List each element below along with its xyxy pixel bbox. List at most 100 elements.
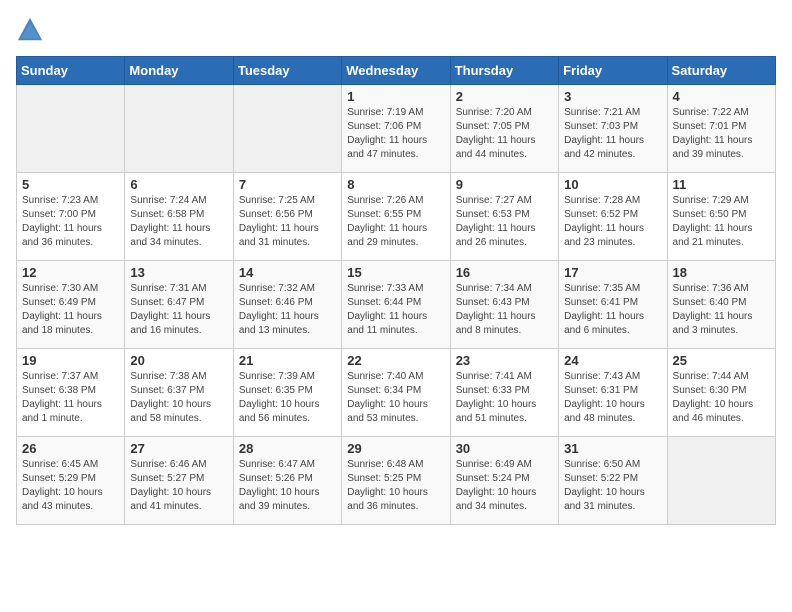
day-info: Sunrise: 7:25 AM Sunset: 6:56 PM Dayligh… bbox=[239, 194, 336, 250]
calendar-cell: 2 Sunrise: 7:20 AM Sunset: 7:05 PM Daylig… bbox=[450, 85, 558, 173]
day-info: Sunrise: 7:32 AM Sunset: 6:46 PM Dayligh… bbox=[239, 282, 336, 338]
day-number: 26 bbox=[22, 441, 119, 456]
day-info: Sunrise: 7:31 AM Sunset: 6:47 PM Dayligh… bbox=[130, 282, 227, 338]
day-info: Sunrise: 7:40 AM Sunset: 6:34 PM Dayligh… bbox=[347, 370, 444, 426]
calendar-cell: 5 Sunrise: 7:23 AM Sunset: 7:00 PM Daylig… bbox=[17, 173, 125, 261]
day-number: 31 bbox=[564, 441, 661, 456]
calendar-cell bbox=[125, 85, 233, 173]
day-number: 5 bbox=[22, 177, 119, 192]
day-info: Sunrise: 7:29 AM Sunset: 6:50 PM Dayligh… bbox=[673, 194, 770, 250]
calendar-cell: 15 Sunrise: 7:33 AM Sunset: 6:44 PM Dayli… bbox=[342, 261, 450, 349]
day-info: Sunrise: 7:35 AM Sunset: 6:41 PM Dayligh… bbox=[564, 282, 661, 338]
calendar-cell bbox=[233, 85, 341, 173]
calendar-body: 1 Sunrise: 7:19 AM Sunset: 7:06 PM Daylig… bbox=[17, 85, 776, 525]
calendar-cell: 9 Sunrise: 7:27 AM Sunset: 6:53 PM Daylig… bbox=[450, 173, 558, 261]
day-info: Sunrise: 6:47 AM Sunset: 5:26 PM Dayligh… bbox=[239, 458, 336, 514]
calendar-cell: 22 Sunrise: 7:40 AM Sunset: 6:34 PM Dayli… bbox=[342, 349, 450, 437]
day-number: 1 bbox=[347, 89, 444, 104]
day-info: Sunrise: 7:22 AM Sunset: 7:01 PM Dayligh… bbox=[673, 106, 770, 162]
logo bbox=[16, 16, 48, 44]
weekday-header: Sunday bbox=[17, 57, 125, 85]
day-number: 23 bbox=[456, 353, 553, 368]
calendar-cell: 27 Sunrise: 6:46 AM Sunset: 5:27 PM Dayli… bbox=[125, 437, 233, 525]
calendar-cell: 10Sunrise: 7:28 AM Sunset: 6:52 PM Dayli… bbox=[559, 173, 667, 261]
day-info: Sunrise: 7:34 AM Sunset: 6:43 PM Dayligh… bbox=[456, 282, 553, 338]
calendar-cell: 3Sunrise: 7:21 AM Sunset: 7:03 PM Daylig… bbox=[559, 85, 667, 173]
calendar-cell: 6 Sunrise: 7:24 AM Sunset: 6:58 PM Daylig… bbox=[125, 173, 233, 261]
calendar-cell: 24Sunrise: 7:43 AM Sunset: 6:31 PM Dayli… bbox=[559, 349, 667, 437]
logo-icon bbox=[16, 16, 44, 44]
weekday-header: Saturday bbox=[667, 57, 775, 85]
calendar-cell: 1 Sunrise: 7:19 AM Sunset: 7:06 PM Daylig… bbox=[342, 85, 450, 173]
weekday-header: Friday bbox=[559, 57, 667, 85]
day-info: Sunrise: 7:38 AM Sunset: 6:37 PM Dayligh… bbox=[130, 370, 227, 426]
calendar-cell: 7Sunrise: 7:25 AM Sunset: 6:56 PM Daylig… bbox=[233, 173, 341, 261]
day-info: Sunrise: 6:49 AM Sunset: 5:24 PM Dayligh… bbox=[456, 458, 553, 514]
day-number: 6 bbox=[130, 177, 227, 192]
day-number: 4 bbox=[673, 89, 770, 104]
weekday-header: Thursday bbox=[450, 57, 558, 85]
day-info: Sunrise: 7:36 AM Sunset: 6:40 PM Dayligh… bbox=[673, 282, 770, 338]
day-info: Sunrise: 7:19 AM Sunset: 7:06 PM Dayligh… bbox=[347, 106, 444, 162]
day-number: 15 bbox=[347, 265, 444, 280]
day-number: 3 bbox=[564, 89, 661, 104]
calendar-cell: 4 Sunrise: 7:22 AM Sunset: 7:01 PM Daylig… bbox=[667, 85, 775, 173]
day-info: Sunrise: 6:46 AM Sunset: 5:27 PM Dayligh… bbox=[130, 458, 227, 514]
day-number: 30 bbox=[456, 441, 553, 456]
calendar-cell: 30 Sunrise: 6:49 AM Sunset: 5:24 PM Dayli… bbox=[450, 437, 558, 525]
day-info: Sunrise: 6:45 AM Sunset: 5:29 PM Dayligh… bbox=[22, 458, 119, 514]
calendar-table: SundayMondayTuesdayWednesdayThursdayFrid… bbox=[16, 56, 776, 525]
day-info: Sunrise: 7:44 AM Sunset: 6:30 PM Dayligh… bbox=[673, 370, 770, 426]
day-number: 18 bbox=[673, 265, 770, 280]
calendar-header: SundayMondayTuesdayWednesdayThursdayFrid… bbox=[17, 57, 776, 85]
day-number: 13 bbox=[130, 265, 227, 280]
calendar-cell: 29 Sunrise: 6:48 AM Sunset: 5:25 PM Dayli… bbox=[342, 437, 450, 525]
calendar-cell: 8 Sunrise: 7:26 AM Sunset: 6:55 PM Daylig… bbox=[342, 173, 450, 261]
calendar-week-row: 26 Sunrise: 6:45 AM Sunset: 5:29 PM Dayli… bbox=[17, 437, 776, 525]
calendar-cell: 12 Sunrise: 7:30 AM Sunset: 6:49 PM Dayli… bbox=[17, 261, 125, 349]
calendar-cell: 16 Sunrise: 7:34 AM Sunset: 6:43 PM Dayli… bbox=[450, 261, 558, 349]
day-number: 24 bbox=[564, 353, 661, 368]
day-number: 12 bbox=[22, 265, 119, 280]
day-number: 29 bbox=[347, 441, 444, 456]
day-info: Sunrise: 7:41 AM Sunset: 6:33 PM Dayligh… bbox=[456, 370, 553, 426]
day-number: 16 bbox=[456, 265, 553, 280]
calendar-cell: 26 Sunrise: 6:45 AM Sunset: 5:29 PM Dayli… bbox=[17, 437, 125, 525]
weekday-header: Wednesday bbox=[342, 57, 450, 85]
day-number: 19 bbox=[22, 353, 119, 368]
calendar-cell: 11 Sunrise: 7:29 AM Sunset: 6:50 PM Dayli… bbox=[667, 173, 775, 261]
calendar-week-row: 5 Sunrise: 7:23 AM Sunset: 7:00 PM Daylig… bbox=[17, 173, 776, 261]
day-info: Sunrise: 7:30 AM Sunset: 6:49 PM Dayligh… bbox=[22, 282, 119, 338]
calendar-cell: 20 Sunrise: 7:38 AM Sunset: 6:37 PM Dayli… bbox=[125, 349, 233, 437]
day-info: Sunrise: 6:48 AM Sunset: 5:25 PM Dayligh… bbox=[347, 458, 444, 514]
day-number: 9 bbox=[456, 177, 553, 192]
day-number: 11 bbox=[673, 177, 770, 192]
page-header bbox=[16, 16, 776, 44]
day-number: 8 bbox=[347, 177, 444, 192]
calendar-week-row: 1 Sunrise: 7:19 AM Sunset: 7:06 PM Daylig… bbox=[17, 85, 776, 173]
calendar-cell: 25 Sunrise: 7:44 AM Sunset: 6:30 PM Dayli… bbox=[667, 349, 775, 437]
calendar-week-row: 12 Sunrise: 7:30 AM Sunset: 6:49 PM Dayli… bbox=[17, 261, 776, 349]
day-number: 28 bbox=[239, 441, 336, 456]
day-number: 27 bbox=[130, 441, 227, 456]
day-info: Sunrise: 7:24 AM Sunset: 6:58 PM Dayligh… bbox=[130, 194, 227, 250]
day-number: 14 bbox=[239, 265, 336, 280]
calendar-cell: 31Sunrise: 6:50 AM Sunset: 5:22 PM Dayli… bbox=[559, 437, 667, 525]
day-number: 17 bbox=[564, 265, 661, 280]
calendar-week-row: 19Sunrise: 7:37 AM Sunset: 6:38 PM Dayli… bbox=[17, 349, 776, 437]
day-info: Sunrise: 7:33 AM Sunset: 6:44 PM Dayligh… bbox=[347, 282, 444, 338]
calendar-cell: 19Sunrise: 7:37 AM Sunset: 6:38 PM Dayli… bbox=[17, 349, 125, 437]
calendar-cell: 23 Sunrise: 7:41 AM Sunset: 6:33 PM Dayli… bbox=[450, 349, 558, 437]
day-number: 20 bbox=[130, 353, 227, 368]
day-info: Sunrise: 7:23 AM Sunset: 7:00 PM Dayligh… bbox=[22, 194, 119, 250]
day-info: Sunrise: 7:27 AM Sunset: 6:53 PM Dayligh… bbox=[456, 194, 553, 250]
day-info: Sunrise: 7:20 AM Sunset: 7:05 PM Dayligh… bbox=[456, 106, 553, 162]
day-number: 2 bbox=[456, 89, 553, 104]
day-number: 22 bbox=[347, 353, 444, 368]
calendar-cell bbox=[17, 85, 125, 173]
day-number: 25 bbox=[673, 353, 770, 368]
weekday-header: Tuesday bbox=[233, 57, 341, 85]
day-info: Sunrise: 7:28 AM Sunset: 6:52 PM Dayligh… bbox=[564, 194, 661, 250]
calendar-cell: 18 Sunrise: 7:36 AM Sunset: 6:40 PM Dayli… bbox=[667, 261, 775, 349]
day-info: Sunrise: 7:26 AM Sunset: 6:55 PM Dayligh… bbox=[347, 194, 444, 250]
